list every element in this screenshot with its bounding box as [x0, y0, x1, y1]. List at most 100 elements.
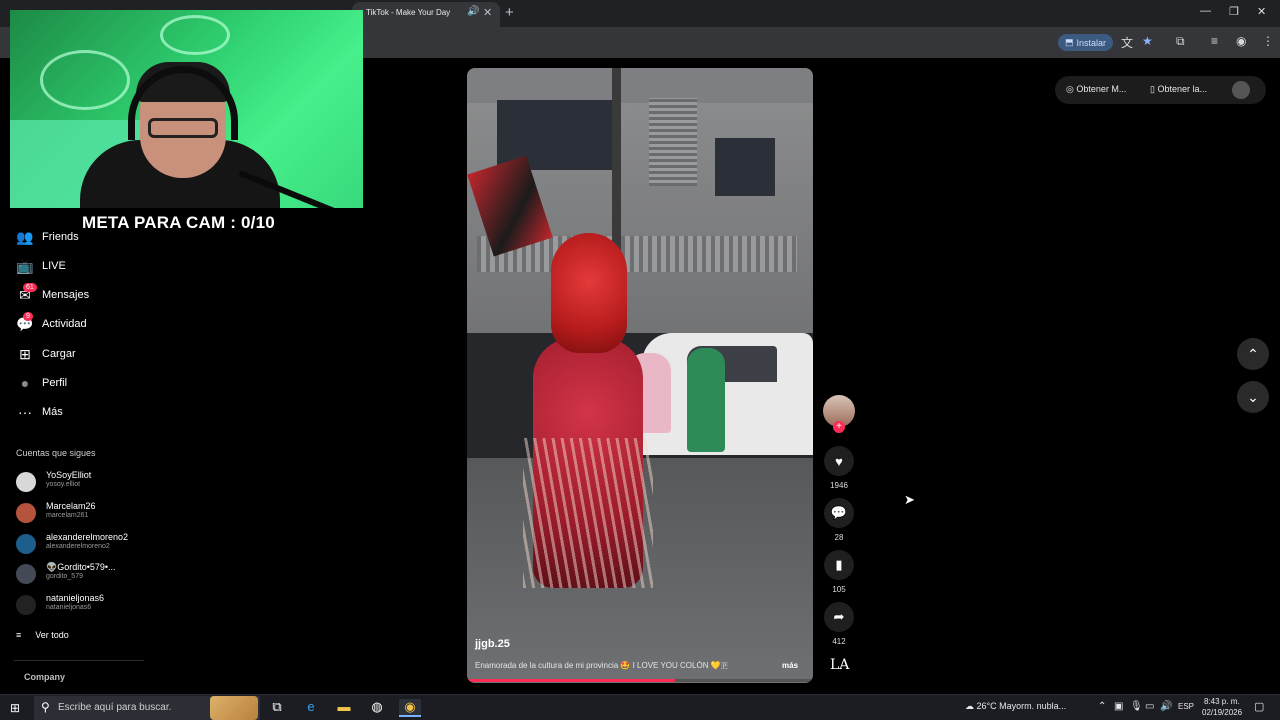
install-button[interactable]: ⬒ Instalar [1058, 34, 1113, 51]
video-player[interactable]: jjgb.25 Enamorada de la cultura de mi pr… [467, 68, 813, 683]
saves-count: 105 [832, 585, 846, 594]
activity-badge: 9 [23, 311, 33, 321]
sidebar-item-label: Friends [42, 231, 79, 243]
get-app-button[interactable]: ▯ Obtener la... [1150, 84, 1207, 95]
webcam-overlay [10, 10, 363, 208]
video-scene [687, 348, 725, 452]
sidebar-item-label: LIVE [42, 260, 66, 272]
like-button[interactable]: ♥ [824, 446, 854, 476]
divider [14, 660, 144, 661]
sidebar-item-activity[interactable]: 💬 9 Actividad [16, 311, 87, 335]
avatar [16, 564, 36, 584]
video-scene [551, 233, 627, 353]
video-progress-fill [467, 679, 675, 682]
browser-tab[interactable]: TikTok - Make Your Day 🔊 ✕ [352, 2, 500, 27]
video-progress-bar[interactable] [467, 679, 813, 682]
sidebar-item-label: Perfil [42, 377, 68, 389]
account-username: gordito_579 [46, 573, 83, 580]
friends-icon: 👥 [16, 228, 34, 245]
wifi-icon[interactable]: ▭ [1145, 701, 1154, 712]
close-tab-icon[interactable]: ✕ [483, 6, 492, 19]
obs-icon[interactable]: ◍ [366, 699, 388, 717]
upload-icon: ⊞ [19, 345, 31, 362]
video-scene [467, 68, 813, 103]
get-coins-button[interactable]: ◎ Obtener M... [1066, 84, 1126, 95]
video-scene [523, 438, 653, 588]
coin-icon: ◎ [1066, 84, 1077, 94]
video-username[interactable]: jjgb.25 [475, 638, 510, 650]
network-tray-icon[interactable]: ▣ [1114, 701, 1123, 712]
sidebar-item-friends[interactable]: 👥 Friends [16, 226, 78, 248]
install-icon: ⬒ [1064, 37, 1074, 47]
windows-start-icon[interactable]: ⊞ [10, 701, 20, 715]
clock-time[interactable]: 8:43 p. m. [1204, 697, 1240, 706]
led-light [40, 50, 130, 110]
chrome-icon[interactable]: ◉ [399, 699, 421, 717]
language-indicator[interactable]: ESP [1178, 702, 1194, 711]
previous-video-button[interactable]: ⌃ [1237, 338, 1269, 370]
sidebar-item-messages[interactable]: ✉ 61 Mensajes [16, 282, 89, 306]
clock-date[interactable]: 02/19/2026 [1202, 708, 1242, 717]
translate-icon[interactable]: ⽂ [1121, 34, 1133, 51]
bookmark-star-icon[interactable]: ★ [1142, 34, 1153, 48]
account-name: YoSoyElliot [46, 470, 92, 480]
sidebar-item-profile[interactable]: ● Perfil [16, 372, 67, 394]
comment-button[interactable]: 💬 [824, 498, 854, 528]
company-link[interactable]: Company [24, 672, 65, 682]
avatar[interactable] [1232, 81, 1250, 99]
speaker-icon[interactable]: 🔊 [467, 6, 479, 17]
shares-count: 412 [832, 637, 846, 646]
music-disc-logo[interactable]: LA [830, 657, 849, 673]
live-icon: 📺 [16, 257, 34, 274]
search-icon: ⚲ [41, 700, 50, 714]
next-video-button[interactable]: ⌄ [1237, 381, 1269, 413]
taskbar-search[interactable]: ⚲ Escribe aquí para buscar. [34, 696, 260, 720]
window-close-icon[interactable]: ✕ [1257, 5, 1266, 18]
share-button[interactable]: ➦ [824, 602, 854, 632]
following-section-title: Cuentas que sigues [16, 448, 96, 458]
profile-avatar-icon[interactable]: ◉ [1236, 34, 1246, 48]
save-button[interactable]: ▮ [824, 550, 854, 580]
account-name: 👽Gordito•579•... [46, 562, 116, 572]
notifications-icon[interactable]: ▢ [1254, 700, 1264, 713]
new-tab-button[interactable]: + [505, 4, 514, 21]
account-username: alexanderelmoreno2 [46, 543, 110, 550]
profile-icon: ● [20, 375, 30, 391]
account-username: natanieljonas6 [46, 604, 92, 611]
install-label: Instalar [1076, 37, 1107, 48]
sidebar-item-upload[interactable]: ⊞ Cargar [16, 343, 76, 365]
video-actions: + ♥ 1946 💬 28 ▮ 105 ➦ 412 LA [822, 395, 856, 685]
edge-icon[interactable]: e [300, 699, 322, 717]
account-username: marcelam261 [46, 512, 89, 519]
chevron-down-icon: ⌄ [1247, 388, 1259, 405]
minimize-icon[interactable]: — [1200, 5, 1211, 17]
follow-button[interactable]: + [833, 421, 845, 433]
led-light [160, 15, 230, 55]
extensions-icon[interactable]: ⧉ [1176, 34, 1185, 49]
account-username: yosoy.elliot [46, 481, 81, 488]
account-name: natanieljonas6 [46, 593, 105, 603]
avatar [16, 503, 36, 523]
volume-icon[interactable]: 🔊 [1160, 701, 1172, 712]
sidebar-item-label: Cargar [42, 348, 76, 360]
share-icon: ➦ [833, 609, 845, 624]
microphone-icon[interactable]: 🎙 [1130, 701, 1143, 712]
list-icon: ≡ [16, 630, 22, 640]
browser-menu-icon[interactable]: ⋮ [1262, 34, 1274, 48]
search-highlight-image [210, 696, 258, 720]
file-explorer-icon[interactable]: ▬ [333, 699, 355, 717]
messages-badge: 61 [23, 282, 37, 292]
task-view-icon[interactable]: ⧉ [266, 699, 288, 717]
sidebar-item-live[interactable]: 📺 LIVE [16, 255, 66, 277]
messages-icon: ✉ 61 [16, 282, 37, 304]
tray-expand-icon[interactable]: ⌃ [1098, 701, 1106, 712]
glasses [148, 118, 218, 138]
weather-widget[interactable]: ☁ 26°C Mayorm. nubla... [965, 701, 1066, 712]
bookmark-icon: ▮ [835, 557, 843, 572]
see-all-link[interactable]: ≡ Ver todo [16, 630, 69, 640]
media-control-icon[interactable]: ≡ [1211, 34, 1218, 48]
more-icon: ··· [18, 404, 32, 420]
sidebar-item-more[interactable]: ··· Más [16, 401, 63, 423]
caption-more-button[interactable]: más [782, 661, 798, 670]
restore-icon[interactable]: ❐ [1229, 5, 1239, 18]
